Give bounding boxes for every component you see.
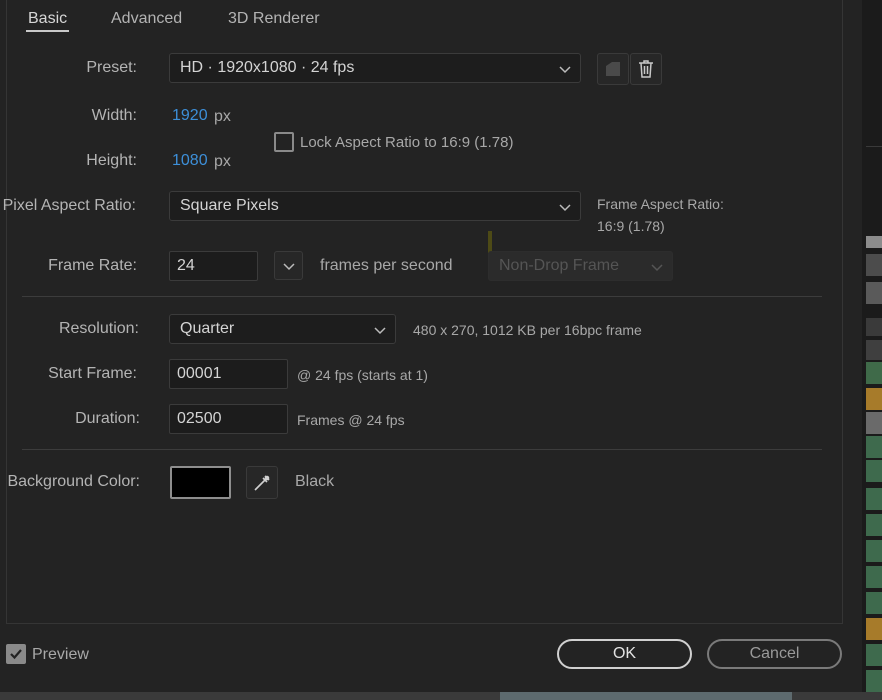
frame-aspect-value: 16:9 (1.78) <box>597 218 665 234</box>
duration-input[interactable]: 02500 <box>169 404 288 434</box>
strip-segment <box>500 692 792 700</box>
preview-label: Preview <box>32 646 89 663</box>
strip-block <box>866 514 882 536</box>
ok-button[interactable]: OK <box>557 639 692 669</box>
chevron-down-icon <box>651 264 663 272</box>
eyedropper-icon <box>254 474 270 491</box>
frame-aspect-label: Frame Aspect Ratio: <box>597 196 724 212</box>
cancel-button[interactable]: Cancel <box>707 639 842 669</box>
width-value[interactable]: 1920 <box>172 107 208 125</box>
save-preset-button[interactable] <box>597 53 629 85</box>
strip-line <box>866 146 882 147</box>
strip-block <box>866 592 882 614</box>
tab-3d-renderer[interactable]: 3D Renderer <box>228 10 320 28</box>
chevron-down-icon <box>559 66 571 74</box>
strip-block <box>866 540 882 562</box>
frame-rate-unit: frames per second <box>320 257 453 274</box>
pixel-aspect-value: Square Pixels <box>180 197 279 214</box>
preset-dropdown[interactable]: HD · 1920x1080 · 24 fps <box>169 53 581 83</box>
delete-preset-button[interactable] <box>630 53 662 85</box>
section-divider <box>22 449 822 450</box>
tab-basic[interactable]: Basic <box>28 10 67 28</box>
preview-checkbox[interactable] <box>6 644 26 664</box>
lock-aspect-checkbox[interactable] <box>274 132 294 152</box>
background-color-name: Black <box>295 473 335 490</box>
tab-advanced[interactable]: Advanced <box>111 10 182 28</box>
width-label: Width: <box>91 107 137 124</box>
resolution-info: 480 x 270, 1012 KB per 16bpc frame <box>413 322 642 338</box>
strip-block <box>866 412 882 434</box>
trash-icon <box>639 60 653 78</box>
chevron-down-icon <box>374 327 386 335</box>
strip-block <box>866 644 882 666</box>
pixel-aspect-dropdown[interactable]: Square Pixels <box>169 191 581 221</box>
eyedropper-button[interactable] <box>246 466 278 499</box>
pixel-aspect-label: Pixel Aspect Ratio: <box>2 197 136 214</box>
resolution-dropdown[interactable]: Quarter <box>169 314 396 344</box>
lock-aspect-label: Lock Aspect Ratio to 16:9 (1.78) <box>300 134 514 151</box>
strip-block <box>866 254 882 276</box>
preset-value: HD · 1920x1080 · 24 fps <box>180 59 355 76</box>
height-value[interactable]: 1080 <box>172 152 208 170</box>
resolution-value: Quarter <box>180 320 235 337</box>
settings-panel <box>6 0 843 624</box>
height-unit: px <box>214 153 231 170</box>
save-preset-icon <box>606 62 620 76</box>
background-timeline-strip <box>862 0 882 700</box>
divider-marker <box>488 231 492 253</box>
duration-info: Frames @ 24 fps <box>297 412 405 428</box>
strip-block <box>866 388 882 410</box>
start-frame-input[interactable]: 00001 <box>169 359 288 389</box>
strip-block <box>866 488 882 510</box>
start-frame-label: Start Frame: <box>48 365 137 382</box>
width-unit: px <box>214 108 231 125</box>
preset-label: Preset: <box>86 59 137 76</box>
chevron-down-icon <box>282 262 295 270</box>
drop-frame-value: Non-Drop Frame <box>499 257 620 274</box>
composition-settings-dialog: Basic Advanced 3D Renderer Preset: HD · … <box>0 0 862 692</box>
strip-block <box>866 282 882 304</box>
frame-rate-label: Frame Rate: <box>48 257 137 274</box>
strip-block <box>866 460 882 482</box>
background-color-label: Background Color: <box>7 473 140 490</box>
strip-block <box>866 566 882 588</box>
background-bottom-strip <box>0 692 882 700</box>
section-divider <box>22 296 822 297</box>
resolution-label: Resolution: <box>58 320 139 337</box>
background-color-swatch[interactable] <box>170 466 231 499</box>
duration-label: Duration: <box>75 410 140 427</box>
active-tab-indicator <box>26 30 69 32</box>
strip-block <box>866 362 882 384</box>
strip-block <box>866 618 882 640</box>
strip-block <box>866 340 882 360</box>
frame-rate-input[interactable]: 24 <box>169 251 258 281</box>
drop-frame-dropdown: Non-Drop Frame <box>488 251 673 281</box>
chevron-down-icon <box>559 204 571 212</box>
checkmark-icon <box>10 649 22 660</box>
strip-block <box>866 670 882 692</box>
strip-block <box>866 436 882 458</box>
strip-block <box>866 318 882 336</box>
height-label: Height: <box>86 152 137 169</box>
strip-block <box>866 236 882 248</box>
start-frame-info: @ 24 fps (starts at 1) <box>297 367 428 383</box>
frame-rate-dropdown-button[interactable] <box>274 251 303 280</box>
